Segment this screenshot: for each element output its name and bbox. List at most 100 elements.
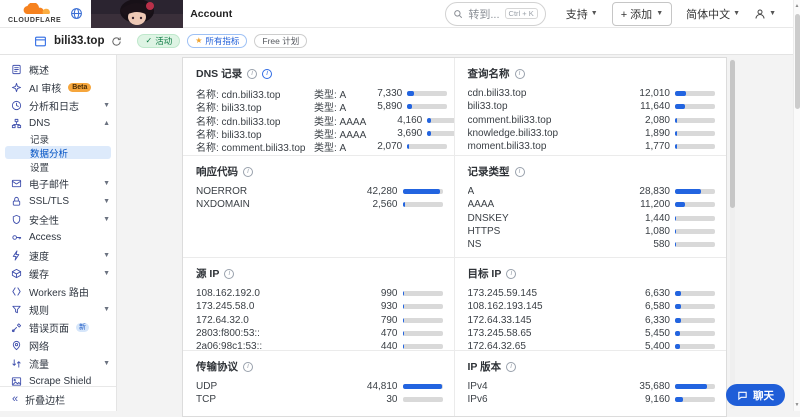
panel-row[interactable]: 172.64.33.145 6,330 — [468, 314, 715, 327]
star-icon: ★ — [195, 36, 203, 45]
panel-row[interactable]: 108.162.192.0 990 — [196, 287, 443, 300]
panel-row[interactable]: 名称: comment.bili33.top 类型: A 2,070 — [196, 140, 448, 154]
dns-analytics-card: DNS 记录 i i 名称: cdn.bili33.top 类型: A 7,330 名称: … — [182, 57, 727, 417]
page-scrollbar-thumb[interactable] — [795, 14, 800, 109]
panel-row[interactable]: NOERROR 42,280 — [196, 185, 443, 198]
panel-row[interactable]: 173.245.58.65 5,450 — [468, 327, 715, 340]
row-label: 172.64.32.65 — [467, 341, 526, 351]
panel-row[interactable]: 173.245.58.0 930 — [196, 300, 443, 313]
row-label: NS — [467, 239, 482, 251]
add-label: + 添加 — [620, 8, 653, 21]
panel-row[interactable]: bili33.top 11,640 — [468, 100, 715, 113]
panel-row[interactable]: 名称: bili33.top 类型: A 5,890 — [196, 100, 448, 114]
sidebar-subitem-dns-analytics[interactable]: 数据分析 — [5, 146, 111, 160]
row-value: 2,560 — [372, 199, 398, 211]
collapse-sidebar-button[interactable]: « 折叠边栏 — [0, 386, 116, 411]
panel-row[interactable]: 名称: cdn.bili33.top 类型: AAAA 4,160 — [196, 114, 454, 128]
card-scrollbar[interactable] — [730, 59, 735, 409]
panel-row[interactable]: IPv6 9,160 — [468, 393, 715, 406]
support-menu[interactable]: 支持 ▼ — [566, 6, 598, 22]
row-label: A — [467, 186, 475, 198]
globe-icon[interactable] — [70, 7, 83, 20]
panel-row[interactable]: 名称: cdn.bili33.top 类型: A 7,330 — [196, 87, 448, 101]
row-bar — [675, 242, 715, 248]
info-icon[interactable]: i — [247, 68, 258, 79]
sidebar-item-overview[interactable]: 概述 — [0, 60, 116, 78]
sidebar-item-email[interactable]: 电子邮件 ▼ — [0, 174, 116, 192]
cloudflare-logo[interactable]: CLOUDFLARE — [8, 3, 61, 24]
sidebar-item-workers-routes[interactable]: Workers 路由 — [0, 282, 116, 300]
panel-row[interactable]: NS 580 — [467, 238, 715, 251]
info-icon[interactable]: i — [243, 166, 253, 177]
row-label: 108.162.192.0 — [196, 288, 260, 300]
sidebar-item-speed[interactable]: 速度 ▼ — [0, 246, 116, 264]
sidebar-subitem-label: 记录 — [30, 134, 50, 146]
panel-title: 记录类型 — [467, 166, 510, 178]
sidebar-item-caching[interactable]: 缓存 ▼ — [0, 264, 116, 282]
panel-row[interactable]: 173.245.59.145 6,630 — [468, 287, 715, 300]
starred-badge[interactable]: ★ 所有指标 — [187, 33, 248, 49]
info-icon[interactable]: i — [243, 361, 253, 372]
panel-row[interactable]: 108.162.193.145 6,580 — [468, 300, 715, 313]
panel-row[interactable]: NXDOMAIN 2,560 — [196, 198, 443, 211]
info-icon[interactable]: i — [262, 68, 273, 79]
sidebar-item-access[interactable]: Access — [0, 228, 116, 246]
info-icon[interactable]: i — [514, 166, 525, 177]
info-icon[interactable]: i — [506, 361, 517, 372]
plan-badge: Free 计划 — [254, 33, 308, 49]
card-scrollbar-thumb[interactable] — [730, 60, 735, 208]
panel-row[interactable]: knowledge.bili33.top 1,890 — [468, 127, 715, 140]
sidebar-item-traffic[interactable]: 流量 ▼ — [0, 354, 116, 372]
sidebar-item-label: Access — [29, 231, 62, 243]
sidebar-item-error-pages[interactable]: 错误页面新 — [0, 318, 116, 336]
panel-row[interactable]: 2a06:98c1:53:: 440 — [196, 340, 443, 350]
panel-row[interactable]: comment.bili33.top 2,080 — [468, 114, 715, 127]
chat-button[interactable]: 聊天 — [726, 384, 785, 406]
panel-row[interactable]: moment.bili33.top 1,770 — [468, 140, 715, 153]
refresh-icon[interactable] — [111, 36, 122, 47]
sidebar-item-analytics-logs[interactable]: 分析和日志 ▼ — [0, 96, 116, 114]
panel-row[interactable]: IPv4 35,680 — [468, 380, 715, 393]
sidebar-subitem-label: 设置 — [30, 162, 50, 174]
scroll-up-arrow[interactable]: ▲ — [794, 3, 800, 9]
panel-row[interactable]: 172.64.32.65 5,400 — [467, 340, 715, 351]
sidebar-item-security[interactable]: 安全性 ▼ — [0, 210, 116, 228]
search-input[interactable]: 转到... Ctrl + K — [445, 1, 546, 26]
row-value: 42,280 — [366, 186, 398, 198]
panel-row[interactable]: HTTPS 1,080 — [468, 225, 715, 238]
collapse-label: 折叠边栏 — [25, 395, 66, 407]
scroll-down-arrow[interactable]: ▼ — [794, 402, 800, 408]
info-icon[interactable]: i — [224, 268, 235, 279]
sidebar-item-label: SSL/TLS — [29, 195, 70, 207]
panel-row[interactable]: DNSKEY 1,440 — [468, 212, 715, 225]
panel-row[interactable]: cdn.bili33.top 12,010 — [468, 87, 715, 100]
panel-row[interactable]: UDP 44,810 — [196, 380, 443, 393]
row-bar — [675, 304, 715, 310]
panel-row[interactable]: 名称: bili33.top 类型: AAAA 3,690 — [196, 127, 454, 141]
user-menu[interactable]: ▼ — [754, 8, 776, 20]
sidebar-item-ai-audit[interactable]: AI 审核 Beta — [0, 78, 116, 96]
info-icon[interactable]: i — [506, 268, 517, 279]
sidebar-subitem-dns-settings[interactable]: 设置 — [5, 160, 111, 174]
sidebar-item-ssl-tls[interactable]: SSL/TLS ▼ — [0, 192, 116, 210]
panel-row[interactable]: 2803:f800:53:: 470 — [196, 327, 443, 340]
panel-record-type: 记录类型 i A 28,830 AAAA 11,200 DNSKEY 1,440 HTTPS 1,… — [454, 156, 726, 258]
language-menu[interactable]: 简体中文 ▼ — [686, 6, 740, 22]
page-scrollbar[interactable]: ▲ ▼ — [793, 0, 800, 411]
sidebar-item-dns[interactable]: DNS ▲ — [0, 114, 116, 132]
panel-row[interactable]: A 28,830 — [467, 185, 715, 198]
panel-row[interactable]: 172.64.32.0 790 — [196, 314, 443, 327]
sidebar-item-rules[interactable]: 规则 ▼ — [0, 300, 116, 318]
panel-title: 源 IP — [196, 268, 220, 280]
panel-row[interactable]: TCP 30 — [196, 393, 443, 406]
row-bar — [675, 397, 715, 403]
sidebar-subitem-dns-records[interactable]: 记录 — [5, 132, 111, 146]
domain-name: bili33.top — [54, 35, 105, 47]
error-pages-icon — [11, 322, 22, 332]
info-icon[interactable]: i — [514, 68, 525, 79]
panel-row[interactable]: AAAA 11,200 — [468, 198, 715, 211]
add-button[interactable]: + 添加 ▼ — [611, 1, 673, 26]
sidebar-item-network[interactable]: 网络 — [0, 336, 116, 354]
account-label[interactable]: Account — [190, 8, 232, 20]
caching-icon — [11, 268, 22, 278]
